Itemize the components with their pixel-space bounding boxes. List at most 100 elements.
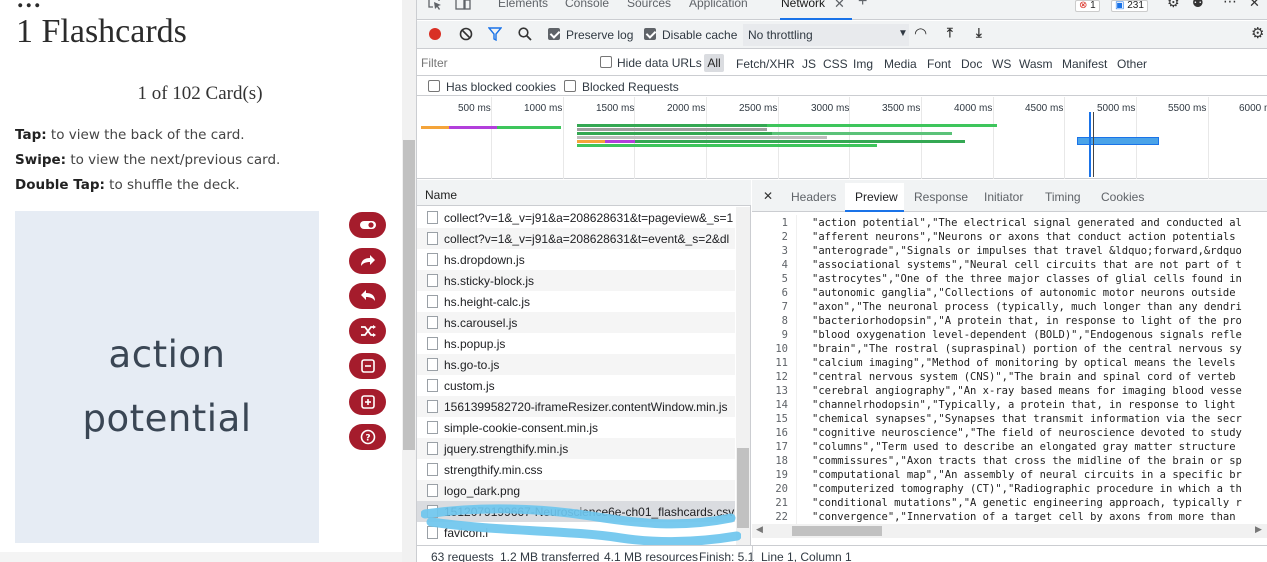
filter-css[interactable]: CSS xyxy=(823,57,848,71)
add-tab-icon[interactable]: + xyxy=(858,0,867,11)
list-item[interactable]: jquery.strengthify.min.js xyxy=(417,438,735,459)
filter-doc[interactable]: Doc xyxy=(961,57,982,71)
request-list: Name collect?v=1&_v=j91&a=208628631&t=pa… xyxy=(417,180,751,547)
list-item[interactable]: hs.carousel.js xyxy=(417,312,735,333)
transferred-size: 1.2 MB transferred xyxy=(500,550,600,562)
tab-timing[interactable]: Timing xyxy=(1045,190,1081,204)
clear-icon[interactable] xyxy=(459,27,473,41)
toggle-button[interactable] xyxy=(349,212,386,238)
filter-font[interactable]: Font xyxy=(927,57,951,71)
tab-network[interactable]: Network xyxy=(781,0,825,10)
next-card-button[interactable] xyxy=(349,248,386,274)
disable-cache-checkbox[interactable] xyxy=(644,28,656,40)
tab-sources[interactable]: Sources xyxy=(627,0,671,10)
customize-icon[interactable]: ⚉ xyxy=(1192,0,1204,11)
list-item[interactable]: simple-cookie-consent.min.js xyxy=(417,417,735,438)
device-toolbar-icon[interactable] xyxy=(455,0,471,10)
waterfall-bar xyxy=(421,126,449,129)
hide-data-urls-checkbox[interactable] xyxy=(600,56,612,68)
list-item[interactable]: hs.sticky-block.js xyxy=(417,270,735,291)
scroll-right-arrow-icon[interactable]: ▶ xyxy=(1255,524,1262,535)
status-bar: 63 requests 1.2 MB transferred 4.1 MB re… xyxy=(417,545,1267,562)
cursor-position: Line 1, Column 1 xyxy=(761,550,852,562)
filter-js[interactable]: JS xyxy=(802,57,816,71)
code-line: "astrocytes","One of the three major cla… xyxy=(812,273,1242,285)
filter-other[interactable]: Other xyxy=(1117,57,1147,71)
tab-headers[interactable]: Headers xyxy=(791,190,836,204)
list-item[interactable]: hs.dropdown.js xyxy=(417,249,735,270)
record-icon[interactable] xyxy=(428,27,442,41)
tab-console[interactable]: Console xyxy=(565,0,609,10)
message-icon: ▣ xyxy=(1115,0,1125,11)
preserve-log-checkbox[interactable] xyxy=(548,28,560,40)
code-line-number: 13 xyxy=(775,385,788,397)
close-detail-icon[interactable]: ✕ xyxy=(763,189,773,203)
filter-img[interactable]: Img xyxy=(853,57,873,71)
list-item[interactable]: collect?v=1&_v=j91&a=208628631&t=pagevie… xyxy=(417,207,735,228)
filter-wasm[interactable]: Wasm xyxy=(1019,57,1053,71)
list-item[interactable]: 1561399582720-iframeResizer.contentWindo… xyxy=(417,396,735,417)
error-badge[interactable]: ⊗ 1 xyxy=(1075,0,1100,12)
flashcard[interactable]: action potential xyxy=(15,211,319,543)
more-options-icon[interactable]: ⋯ xyxy=(1223,0,1237,10)
has-blocked-cookies-checkbox[interactable] xyxy=(428,80,440,92)
network-conditions-icon[interactable]: ◠ xyxy=(914,24,927,42)
filter-icon[interactable] xyxy=(488,27,502,41)
preview-horizontal-scrollbar-thumb[interactable] xyxy=(792,526,882,536)
page-scrollbar-thumb[interactable] xyxy=(403,140,415,450)
shuffle-button[interactable] xyxy=(349,318,386,344)
toggle-icon xyxy=(359,221,376,229)
list-item[interactable]: hs.go-to.js xyxy=(417,354,735,375)
filter-all[interactable]: All xyxy=(704,54,724,72)
filter-input[interactable] xyxy=(421,54,591,72)
code-line: "cognitive neuroscience","The field of n… xyxy=(812,427,1242,439)
code-view[interactable]: 1 "action potential","The electrical sign… xyxy=(752,215,1267,527)
file-icon xyxy=(427,400,438,413)
timeline-tick-label: 5500 ms xyxy=(1168,103,1207,114)
code-line: "action potential","The electrical signa… xyxy=(812,217,1242,229)
inspect-element-icon[interactable] xyxy=(427,0,443,10)
list-item[interactable]: hs.popup.js xyxy=(417,333,735,354)
search-icon[interactable] xyxy=(518,27,532,41)
tab-cookies[interactable]: Cookies xyxy=(1101,190,1144,204)
settings-gear-icon[interactable]: ⚙ xyxy=(1167,0,1180,11)
code-line-number: 15 xyxy=(775,413,788,425)
name-column-header[interactable]: Name xyxy=(417,180,751,206)
scroll-left-arrow-icon[interactable]: ◀ xyxy=(756,524,763,535)
minimize-button[interactable] xyxy=(349,353,386,379)
tab-initiator[interactable]: Initiator xyxy=(984,190,1023,204)
resources-size: 4.1 MB resources xyxy=(604,550,699,562)
waterfall-bar xyxy=(577,128,767,131)
help-button[interactable]: ? xyxy=(349,424,386,450)
disable-cache-label: Disable cache xyxy=(662,28,738,42)
tab-elements[interactable]: Elements xyxy=(498,0,548,10)
filter-media[interactable]: Media xyxy=(884,57,917,71)
filter-manifest[interactable]: Manifest xyxy=(1062,57,1107,71)
previous-card-button[interactable] xyxy=(349,283,386,309)
blocked-requests-checkbox[interactable] xyxy=(564,80,576,92)
instruction-swipe: Swipe: to view the next/previous card. xyxy=(15,152,281,168)
import-har-icon[interactable]: ⤒ xyxy=(947,25,953,41)
network-overview-timeline[interactable]: 500 ms 1000 ms 1500 ms 2000 ms 2500 ms 3… xyxy=(417,97,1267,179)
tab-preview[interactable]: Preview xyxy=(855,190,898,204)
list-item[interactable]: custom.js xyxy=(417,375,735,396)
throttling-select[interactable]: No throttling ▼ xyxy=(743,24,909,46)
export-har-icon[interactable]: ⤓ xyxy=(976,25,982,41)
timeline-tick-label: 500 ms xyxy=(458,103,491,114)
expand-button[interactable] xyxy=(349,389,386,415)
tab-application[interactable]: Application xyxy=(689,0,748,10)
code-line: "calcium imaging","Method of monitoring … xyxy=(812,357,1236,369)
network-settings-gear-icon[interactable]: ⚙ xyxy=(1251,24,1264,42)
close-devtools-icon[interactable]: ✕ xyxy=(1249,0,1260,11)
message-badge[interactable]: ▣ 231 xyxy=(1111,0,1148,12)
list-item[interactable]: logo_dark.png xyxy=(417,480,735,501)
code-line: "commissures","Axon tracts that cross th… xyxy=(812,455,1242,467)
list-item[interactable]: collect?v=1&_v=j91&a=208628631&t=event&_… xyxy=(417,228,735,249)
list-item[interactable]: hs.height-calc.js xyxy=(417,291,735,312)
filter-ws[interactable]: WS xyxy=(992,57,1011,71)
close-tab-icon[interactable]: ✕ xyxy=(834,0,845,12)
code-line-number: 4 xyxy=(781,259,788,271)
filter-fetch-xhr[interactable]: Fetch/XHR xyxy=(736,57,795,71)
tab-response[interactable]: Response xyxy=(914,190,968,204)
list-item[interactable]: strengthify.min.css xyxy=(417,459,735,480)
